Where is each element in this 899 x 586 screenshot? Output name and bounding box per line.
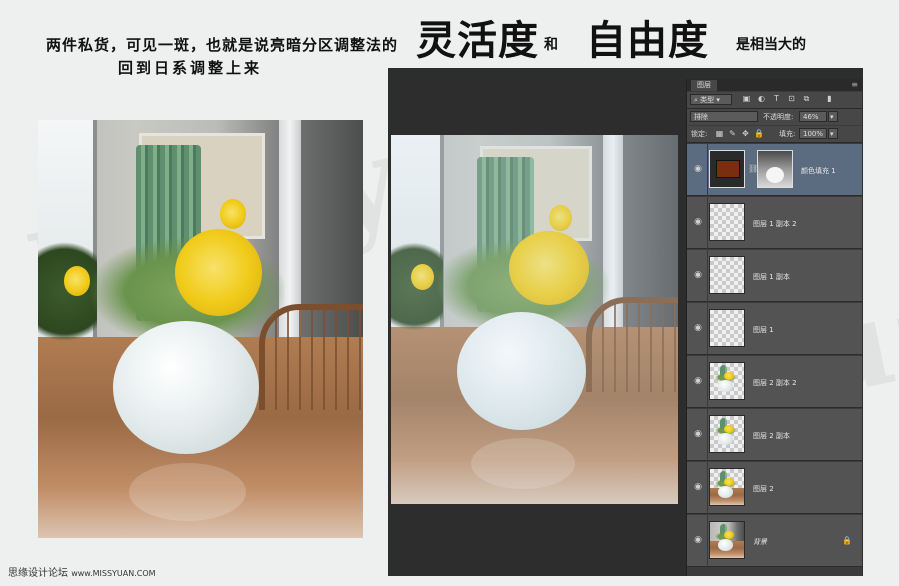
- layer-name: 图层 1: [753, 326, 774, 334]
- fill-input[interactable]: 100%: [799, 128, 827, 139]
- layers-panel-tabbar: 图层 ≡: [687, 79, 862, 91]
- layer-row-color-fill[interactable]: ◉ ⛓ 颜色填充 1: [687, 144, 862, 196]
- lock-all-icon[interactable]: 🔒: [754, 129, 764, 138]
- headline-big-flexibility: 灵活度: [416, 17, 539, 64]
- opacity-input[interactable]: 46%: [799, 111, 827, 122]
- visibility-eye-icon[interactable]: ◉: [693, 217, 703, 227]
- headline-prefix: 两件私货，可见一斑，也就是说亮暗分区调整法的: [46, 36, 399, 54]
- layer-name: 颜色填充 1: [801, 167, 836, 175]
- visibility-eye-icon[interactable]: ◉: [693, 323, 703, 333]
- after-photo-canvas[interactable]: [391, 135, 678, 504]
- tab-layers[interactable]: 图层: [691, 80, 717, 91]
- headline-line2: 回到日系调整上来: [118, 59, 263, 77]
- panel-menu-icon[interactable]: ≡: [851, 80, 858, 90]
- layer-filter-row: ⌕ 类型 ▾ ▣ ◐ T ⊡ ⧉ ▮: [687, 92, 862, 109]
- lock-row: 锁定: ▦ ✎ ✥ 🔒 填充: 100% ▾: [687, 126, 862, 143]
- fill-color-swatch: [716, 160, 740, 178]
- search-icon: ⌕: [694, 96, 698, 104]
- layer-mask-thumbnail[interactable]: [757, 150, 793, 188]
- headline-suffix: 是相当大的: [736, 37, 806, 53]
- opacity-label: 不透明度:: [763, 113, 794, 121]
- headline-big-freedom: 自由度: [586, 17, 709, 64]
- layer-name: 图层 1 副本: [753, 273, 790, 281]
- blend-row: 排除 不透明度: 46% ▾: [687, 109, 862, 125]
- layer-thumbnail: [709, 256, 745, 294]
- lock-position-icon[interactable]: ✥: [741, 129, 750, 138]
- lock-label: 锁定:: [691, 130, 708, 138]
- type-filter-icon[interactable]: T: [772, 94, 781, 103]
- visibility-eye-icon[interactable]: ◉: [693, 270, 703, 280]
- visibility-eye-icon[interactable]: ◉: [693, 429, 703, 439]
- layer-row[interactable]: ◉ 图层 1: [687, 303, 862, 355]
- layers-panel: 图层 ≡ ⌕ 类型 ▾ ▣ ◐ T ⊡ ⧉ ▮ 排除 不透明度: 46% ▾ 锁…: [686, 79, 862, 576]
- visibility-eye-icon[interactable]: ◉: [693, 376, 703, 386]
- layer-row[interactable]: ◉ 图层 2 副本: [687, 409, 862, 461]
- layer-name: 图层 2: [753, 485, 774, 493]
- layer-thumbnail: [709, 362, 745, 400]
- layer-name: 图层 1 副本 2: [753, 220, 797, 228]
- layer-row[interactable]: ◉ 图层 1 副本: [687, 250, 862, 302]
- filter-kind-select[interactable]: ⌕ 类型 ▾: [690, 94, 732, 105]
- filter-toggle-icon[interactable]: ▮: [825, 94, 834, 103]
- layer-row-background[interactable]: ◉ 背景 🔒: [687, 515, 862, 567]
- visibility-eye-icon[interactable]: ◉: [693, 535, 703, 545]
- opacity-dropdown[interactable]: ▾: [828, 111, 838, 122]
- lock-pixels-icon[interactable]: ✎: [728, 129, 737, 138]
- layer-row[interactable]: ◉ 图层 2 副本 2: [687, 356, 862, 408]
- layer-name: 图层 2 副本: [753, 432, 790, 440]
- layer-thumbnail: [709, 521, 745, 559]
- pixel-filter-icon[interactable]: ▣: [742, 94, 751, 103]
- layer-name: 图层 2 副本 2: [753, 379, 797, 387]
- site-url: www.MISSYUAN.COM: [71, 569, 156, 578]
- adjustment-filter-icon[interactable]: ◐: [757, 94, 766, 103]
- site-name: 思缘设计论坛: [8, 568, 68, 579]
- lock-icon: 🔒: [842, 536, 852, 545]
- smart-object-filter-icon[interactable]: ⧉: [802, 94, 811, 103]
- layer-row[interactable]: ◉ 图层 1 副本 2: [687, 197, 862, 249]
- layer-row[interactable]: ◉ 图层 2: [687, 462, 862, 514]
- lock-transparent-icon[interactable]: ▦: [715, 129, 724, 138]
- footer-credit: 思缘设计论坛 www.MISSYUAN.COM: [8, 564, 156, 579]
- layer-thumbnail: [709, 415, 745, 453]
- blend-mode-value: 排除: [694, 113, 708, 121]
- headline-and: 和: [544, 37, 558, 53]
- chevron-down-icon: ▾: [716, 96, 720, 104]
- layer-thumbnail: [709, 203, 745, 241]
- before-photo: [38, 120, 363, 538]
- visibility-eye-icon[interactable]: ◉: [693, 164, 703, 174]
- layer-name: 背景: [753, 538, 767, 546]
- fill-layer-thumbnail: [709, 150, 745, 188]
- blend-mode-select[interactable]: 排除: [690, 111, 758, 122]
- shape-filter-icon[interactable]: ⊡: [787, 94, 796, 103]
- visibility-eye-icon[interactable]: ◉: [693, 482, 703, 492]
- fill-dropdown[interactable]: ▾: [828, 128, 838, 139]
- layer-thumbnail: [709, 468, 745, 506]
- filter-kind-label: 类型: [700, 96, 715, 104]
- layer-thumbnail: [709, 309, 745, 347]
- fill-label: 填充:: [779, 130, 796, 138]
